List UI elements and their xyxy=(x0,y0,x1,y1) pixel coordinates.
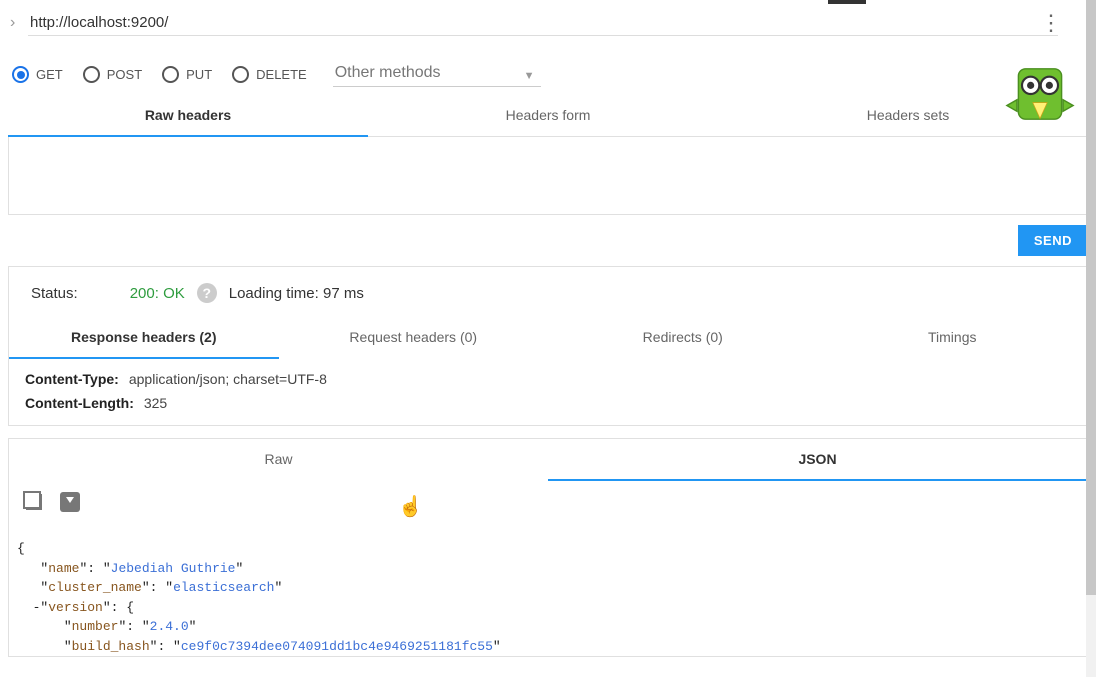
tab-request-headers[interactable]: Request headers (0) xyxy=(279,317,549,359)
more-vert-icon[interactable]: ⋮ xyxy=(1040,12,1062,34)
loading-time: Loading time: 97 ms xyxy=(229,285,364,302)
tab-headers-form[interactable]: Headers form xyxy=(368,97,728,136)
json-key: version xyxy=(48,600,103,615)
json-key: number xyxy=(72,619,119,634)
header-key: Content-Length: xyxy=(25,395,134,411)
method-get-label: GET xyxy=(36,67,63,82)
method-get[interactable]: GET xyxy=(12,66,63,83)
send-button[interactable]: SEND xyxy=(1018,225,1088,256)
header-row: Content-Type: application/json; charset=… xyxy=(25,367,1069,391)
method-post[interactable]: POST xyxy=(83,66,142,83)
response-headers-list: Content-Type: application/json; charset=… xyxy=(9,359,1087,425)
body-tabs: Raw JSON xyxy=(9,439,1087,481)
json-value: Jebediah Guthrie xyxy=(111,561,236,576)
url-input[interactable] xyxy=(28,10,1058,36)
help-icon[interactable]: ? xyxy=(197,283,217,303)
loading-time-value: 97 ms xyxy=(323,285,364,302)
chevron-right-icon: › xyxy=(8,14,28,32)
method-post-label: POST xyxy=(107,67,142,82)
method-delete-label: DELETE xyxy=(256,67,307,82)
header-key: Content-Type: xyxy=(25,371,119,387)
body-toolbar xyxy=(9,481,1087,517)
method-delete[interactable]: DELETE xyxy=(232,66,307,83)
status-tabs: Response headers (2) Request headers (0)… xyxy=(9,317,1087,359)
copy-icon[interactable] xyxy=(23,491,45,513)
method-put[interactable]: PUT xyxy=(162,66,212,83)
other-methods-dropdown[interactable]: Other methods ▼ xyxy=(333,62,541,87)
window-crop-artifact xyxy=(828,0,866,4)
loading-time-label: Loading time: xyxy=(229,285,319,302)
app-owl-logo xyxy=(1004,58,1076,130)
radio-icon xyxy=(162,66,179,83)
status-label: Status: xyxy=(31,285,78,302)
method-radio-group: GET POST PUT DELETE Other methods ▼ xyxy=(8,62,1088,87)
response-status-box: Status: 200: OK ? Loading time: 97 ms Re… xyxy=(8,266,1088,426)
status-code: 200: OK xyxy=(130,285,185,302)
tab-body-json[interactable]: JSON xyxy=(548,439,1087,481)
response-body-box: Raw JSON { "name": "Jebediah Guthrie" "c… xyxy=(8,438,1088,657)
tab-timings[interactable]: Timings xyxy=(818,317,1088,359)
json-value: 2.4.0 xyxy=(150,619,189,634)
header-tabs: Raw headers Headers form Headers sets xyxy=(8,97,1088,137)
radio-icon xyxy=(83,66,100,83)
header-value: application/json; charset=UTF-8 xyxy=(129,371,327,387)
json-value: elasticsearch xyxy=(173,580,274,595)
chevron-down-icon: ▼ xyxy=(524,70,535,82)
json-value: ce9f0c7394dee074091dd1bc4e9469251181fc55 xyxy=(181,639,493,654)
radio-selected-icon xyxy=(12,66,29,83)
other-methods-label: Other methods xyxy=(335,64,441,81)
tab-body-raw[interactable]: Raw xyxy=(9,439,548,481)
tab-redirects[interactable]: Redirects (0) xyxy=(548,317,818,359)
download-icon[interactable] xyxy=(59,491,81,513)
json-key: build_hash xyxy=(72,639,150,654)
json-key: name xyxy=(48,561,79,576)
header-value: 325 xyxy=(144,395,167,411)
radio-icon xyxy=(232,66,249,83)
tab-raw-headers[interactable]: Raw headers xyxy=(8,97,368,137)
header-row: Content-Length: 325 xyxy=(25,391,1069,415)
tab-response-headers[interactable]: Response headers (2) xyxy=(9,317,279,359)
json-key: cluster_name xyxy=(48,580,142,595)
raw-headers-textarea[interactable] xyxy=(8,137,1088,215)
method-put-label: PUT xyxy=(186,67,212,82)
json-body: { "name": "Jebediah Guthrie" "cluster_na… xyxy=(9,517,1087,656)
scrollbar-thumb[interactable] xyxy=(1086,0,1096,595)
